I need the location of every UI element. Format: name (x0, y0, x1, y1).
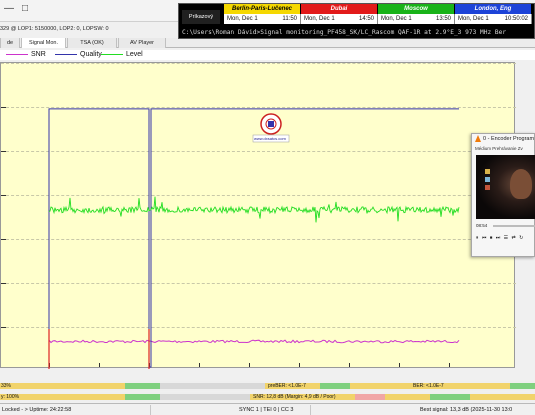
bar-segment (160, 394, 250, 400)
status-separator (310, 405, 311, 415)
legend-snr-label: SNR (31, 51, 46, 58)
level-trace (48, 196, 460, 223)
lnb-status-line: 329 @ LOP1: 5150000, LOP2: 0, LOPSW: 0 (0, 26, 109, 32)
status-separator (150, 405, 151, 415)
video-thumb-left (485, 169, 490, 174)
signal-chart[interactable]: www.dxsatcs.com (0, 62, 516, 369)
tab-signal-mon[interactable]: Signal Mon. (21, 38, 66, 48)
clock-city-name: Berlin-Paris-Lučenec (224, 4, 301, 14)
command-line: C:\Users\Roman Dávid>Signal monitoring_P… (182, 29, 507, 36)
legend-quality-label: Quality (80, 51, 102, 58)
chart-legend: SNR Quality Level (0, 50, 535, 60)
clock-city-time: Mon, Dec 1 11:50 (224, 14, 301, 24)
encoder-menu-items[interactable]: Médium Prehrávanie Zv (475, 146, 523, 151)
clock-time: 14:50 (358, 16, 374, 22)
maximize-icon[interactable]: □ (18, 0, 32, 18)
video-thumb-left (485, 177, 490, 182)
clock-city-time: Mon, Dec 1 10:50:02 (455, 14, 532, 24)
clock-city-name: Dubai (301, 4, 378, 14)
snr-bar-row: y: 100% SNR: 12,8 dB (Margin: 4,9 dB / P… (0, 392, 535, 402)
lock-status: Locked - > Uptime: 24:22:58 (2, 407, 72, 413)
repeat-icon[interactable]: ↻ (519, 233, 523, 243)
bar-segment (125, 394, 160, 400)
clock-city-name: London, Eng (455, 4, 532, 14)
quality-percent-label: y: 100% (1, 394, 20, 400)
bar-segment (320, 383, 350, 389)
legend-level-label: Level (126, 51, 143, 58)
clock-time: 10:50:02 (504, 16, 528, 22)
vlc-cone-icon (475, 135, 481, 143)
clock-day: Mon, Dec 1 (381, 16, 412, 22)
clock-day: Mon, Dec 1 (458, 16, 489, 22)
clock-city-time: Mon, Dec 1 14:50 (301, 14, 378, 24)
quality-trace (48, 108, 459, 368)
pre-ber-label: preBER: <1.0E-7 (268, 383, 306, 389)
shuffle-icon[interactable]: ⇄ (512, 233, 516, 243)
video-thumb-left (485, 185, 490, 190)
ber-label: BER: <1.0E-7 (413, 383, 444, 389)
encoder-title: 0 - Encoder Program (483, 136, 535, 142)
legend-snr-swatch (6, 53, 28, 55)
signal-percent-label: 33% (1, 383, 12, 389)
snr-trace (48, 339, 460, 344)
tab-av-player[interactable]: AV Player (118, 38, 166, 48)
tab-de[interactable]: de (0, 38, 20, 48)
minimize-icon[interactable]: — (2, 0, 16, 18)
stop-icon[interactable]: ⏹ (490, 233, 493, 243)
playlist-icon[interactable]: ☰ (504, 233, 508, 243)
legend-snr: SNR (6, 50, 46, 60)
bar-segment (510, 383, 535, 389)
encoder-titlebar[interactable]: 0 - Encoder Program (472, 134, 535, 144)
status-bar: Locked - > Uptime: 24:22:58 SYNC 1 | TEI… (0, 403, 535, 415)
encoder-menu[interactable]: Médium Prehrávanie Zv (472, 145, 535, 153)
world-clock-widget[interactable]: Príkazový Berlin-Paris-Lučenec Mon, Dec 1… (178, 3, 535, 39)
snr-margin-label: SNR: 12,8 dB (Margin: 4,9 dB / Poor) (253, 394, 336, 400)
encoder-controls: ⏸ ⏮ ⏹ ⏭ ☰ ⇄ ↻ (476, 233, 535, 243)
bar-segment (430, 394, 470, 400)
app-window: — □ 329 @ LOP1: 5150000, LOP2: 0, LOPSW:… (0, 0, 535, 415)
clock-city-time: Mon, Dec 1 13:50 (378, 14, 455, 24)
legend-level: Level (101, 50, 143, 60)
dxsatcs-logo: www.dxsatcs.com (251, 113, 291, 143)
prikazovy-label: Príkazový (182, 10, 220, 24)
legend-quality: Quality (55, 50, 102, 60)
video-frame[interactable] (476, 155, 535, 219)
best-signal-status: Best signal: 13,3 dB (2025-11-30 13:0 (420, 407, 513, 413)
clock-day: Mon, Dec 1 (304, 16, 335, 22)
ber-bar-row: 33% preBER: <1.0E-7 BER: <1.0E-7 (0, 381, 535, 391)
seek-track[interactable] (493, 225, 535, 227)
sync-status: SYNC 1 | TEI 0 | CC 3 (239, 407, 294, 413)
next-icon[interactable]: ⏭ (496, 233, 501, 243)
clock-time: 13:50 (435, 16, 451, 22)
previous-icon[interactable]: ⏮ (482, 233, 487, 243)
clock-day: Mon, Dec 1 (227, 16, 258, 22)
logo-url: www.dxsatcs.com (254, 136, 286, 141)
pause-icon[interactable]: ⏸ (476, 233, 479, 243)
encoder-time: 08:54 (476, 223, 488, 228)
bar-segment (125, 383, 160, 389)
chart-plot-area (48, 108, 460, 369)
tab-tsa[interactable]: TSA (OK) (67, 38, 117, 48)
clock-city-name: Moscow (378, 4, 455, 14)
legend-level-swatch (101, 53, 123, 55)
bar-segment (355, 394, 385, 400)
legend-quality-swatch (55, 53, 77, 55)
encoder-seekbar[interactable]: 08:54 (476, 222, 535, 230)
video-subject (510, 169, 532, 199)
encoder-window[interactable]: 0 - Encoder Program Médium Prehrávanie Z… (471, 133, 535, 257)
bar-segment (160, 383, 265, 389)
clock-time: 11:50 (282, 16, 297, 22)
tab-bar: de Signal Mon. TSA (OK) AV Player (0, 38, 535, 48)
